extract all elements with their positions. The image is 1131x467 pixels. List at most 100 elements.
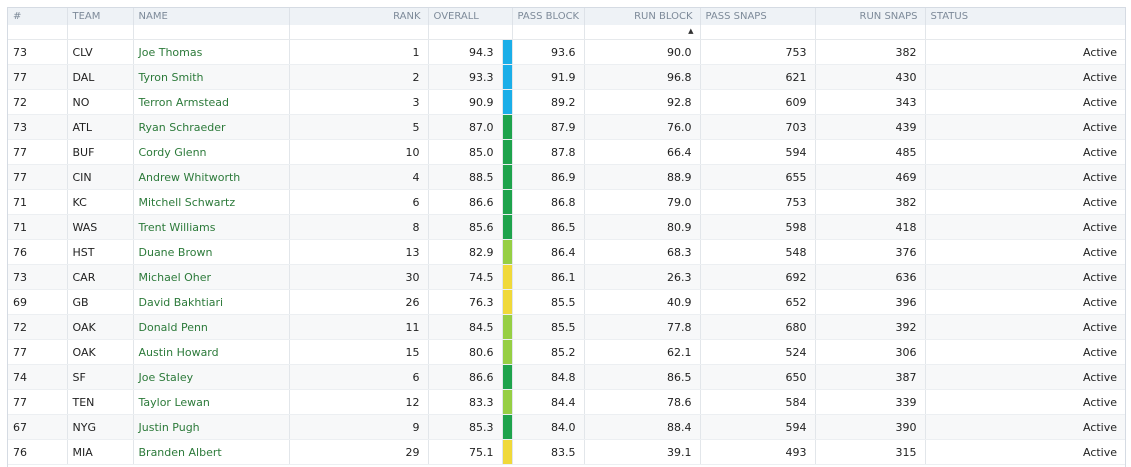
overall-grade: 80.6 (428, 339, 503, 365)
col-header-status[interactable]: STATUS (925, 8, 1125, 25)
pass-block-grade: 87.9 (512, 114, 585, 140)
player-name-link[interactable]: Duane Brown (133, 239, 290, 265)
status-value: Active (925, 239, 1125, 265)
player-name-link[interactable]: Tyron Smith (133, 64, 290, 90)
grade-bar-cell (502, 139, 513, 165)
pass-snaps-value: 594 (700, 139, 816, 165)
jersey-number: 73 (8, 114, 68, 140)
player-name-link[interactable]: David Bakhtiari (133, 289, 290, 315)
player-name-link[interactable]: Trent Williams (133, 214, 290, 240)
run-snaps-value: 376 (815, 239, 926, 265)
col-header-run-snaps[interactable]: RUN SNAPS (815, 8, 926, 25)
pass-snaps-value: 524 (700, 339, 816, 365)
table-row[interactable]: 73 CAR Michael Oher 30 74.5 86.1 26.3 692 636 Act… (8, 264, 1125, 290)
col-header-rank[interactable]: RANK (289, 8, 429, 25)
jersey-number: 77 (8, 64, 68, 90)
jersey-number: 69 (8, 289, 68, 315)
table-row[interactable]: 77 CIN Andrew Whitworth 4 88.5 86.9 88.9 655 469… (8, 164, 1125, 190)
table-row[interactable]: 72 OAK Donald Penn 11 84.5 85.5 77.8 680 392 Acti… (8, 314, 1125, 340)
run-block-grade: 39.1 (584, 439, 701, 465)
run-block-grade: 86.5 (584, 364, 701, 390)
overall-grade: 76.3 (428, 289, 503, 315)
team-abbr: SF (67, 364, 134, 390)
player-name-link[interactable]: Michael Oher (133, 264, 290, 290)
run-snaps-value: 382 (815, 189, 926, 215)
status-value: Active (925, 439, 1125, 465)
table-row[interactable]: 71 WAS Trent Williams 8 85.6 86.5 80.9 598 418 Ac… (8, 214, 1125, 240)
header-row: # TEAM NAME RANK OVERALL PASS BLOCK RUN … (8, 8, 1125, 25)
run-snaps-value: 430 (815, 64, 926, 90)
overall-grade: 85.3 (428, 414, 503, 440)
pass-block-grade: 85.5 (512, 289, 585, 315)
player-name-link[interactable]: Justin Pugh (133, 414, 290, 440)
sort-ascending-icon[interactable]: ▲ (688, 27, 693, 35)
table-row[interactable]: 76 MIA Branden Albert 29 75.1 83.5 39.1 493 315 A… (8, 439, 1125, 465)
pass-snaps-value: 753 (700, 39, 816, 65)
overall-grade: 93.3 (428, 64, 503, 90)
rank-value: 8 (289, 214, 429, 240)
overall-grade: 94.3 (428, 39, 503, 65)
status-value: Active (925, 64, 1125, 90)
player-name-link[interactable]: Branden Albert (133, 439, 290, 465)
table-row[interactable]: 74 SF Joe Staley 6 86.6 84.8 86.5 650 387 Active (8, 364, 1125, 390)
rank-value: 29 (289, 439, 429, 465)
team-abbr: ATL (67, 114, 134, 140)
table-row[interactable]: 73 CLV Joe Thomas 1 94.3 93.6 90.0 753 382 Active (8, 39, 1125, 65)
pass-block-grade: 86.1 (512, 264, 585, 290)
status-value: Active (925, 89, 1125, 115)
col-header-pass-block[interactable]: PASS BLOCK (512, 8, 585, 25)
rank-value: 5 (289, 114, 429, 140)
overall-grade: 74.5 (428, 264, 503, 290)
player-name-link[interactable]: Andrew Whitworth (133, 164, 290, 190)
col-header-run-block[interactable]: RUN BLOCK (584, 8, 701, 25)
table-row[interactable]: 76 HST Duane Brown 13 82.9 86.4 68.3 548 376 Acti… (8, 239, 1125, 265)
col-header-team[interactable]: TEAM (67, 8, 134, 25)
table-row[interactable]: 67 NYG Justin Pugh 9 85.3 84.0 88.4 594 390 Activ… (8, 414, 1125, 440)
jersey-number: 73 (8, 264, 68, 290)
col-header-num[interactable]: # (8, 8, 68, 25)
pass-block-grade: 86.4 (512, 239, 585, 265)
grade-color-bar (502, 215, 512, 239)
filter-cell (815, 25, 926, 40)
status-value: Active (925, 189, 1125, 215)
table-row[interactable]: 77 OAK Austin Howard 15 80.6 85.2 62.1 524 306 Ac… (8, 339, 1125, 365)
col-header-overall[interactable]: OVERALL (428, 8, 513, 25)
rank-value: 26 (289, 289, 429, 315)
table-row[interactable]: 72 NO Terron Armstead 3 90.9 89.2 92.8 609 343 Ac… (8, 89, 1125, 115)
status-value: Active (925, 364, 1125, 390)
grade-bar-cell (502, 439, 513, 465)
player-name-link[interactable]: Joe Staley (133, 364, 290, 390)
player-name-link[interactable]: Donald Penn (133, 314, 290, 340)
run-block-grade: 62.1 (584, 339, 701, 365)
player-name-link[interactable]: Austin Howard (133, 339, 290, 365)
filter-cell (925, 25, 1125, 40)
player-name-link[interactable]: Terron Armstead (133, 89, 290, 115)
table-row[interactable]: 77 DAL Tyron Smith 2 93.3 91.9 96.8 621 430 Activ… (8, 64, 1125, 90)
status-value: Active (925, 114, 1125, 140)
grade-bar-cell (502, 189, 513, 215)
col-header-name[interactable]: NAME (133, 8, 290, 25)
table-row[interactable]: 69 GB David Bakhtiari 26 76.3 85.5 40.9 652 396 A… (8, 289, 1125, 315)
table-row[interactable]: 77 TEN Taylor Lewan 12 83.3 84.4 78.6 584 339 Act… (8, 389, 1125, 415)
pass-block-grade: 85.2 (512, 339, 585, 365)
player-name-link[interactable]: Joe Thomas (133, 39, 290, 65)
table-row[interactable]: 77 BUF Cordy Glenn 10 85.0 87.8 66.4 594 485 Acti… (8, 139, 1125, 165)
col-header-pass-snaps[interactable]: PASS SNAPS (700, 8, 816, 25)
grade-bar-cell (502, 214, 513, 240)
table-row[interactable]: 71 KC Mitchell Schwartz 6 86.6 86.8 79.0 753 382… (8, 189, 1125, 215)
jersey-number: 72 (8, 314, 68, 340)
player-name-link[interactable]: Ryan Schraeder (133, 114, 290, 140)
grade-color-bar (502, 90, 512, 114)
run-snaps-value: 396 (815, 289, 926, 315)
player-name-link[interactable]: Taylor Lewan (133, 389, 290, 415)
team-abbr: GB (67, 289, 134, 315)
grade-bar-cell (502, 414, 513, 440)
status-value: Active (925, 214, 1125, 240)
rank-value: 6 (289, 189, 429, 215)
pass-snaps-value: 753 (700, 189, 816, 215)
team-abbr: OAK (67, 339, 134, 365)
rank-value: 13 (289, 239, 429, 265)
player-name-link[interactable]: Cordy Glenn (133, 139, 290, 165)
player-name-link[interactable]: Mitchell Schwartz (133, 189, 290, 215)
table-row[interactable]: 73 ATL Ryan Schraeder 5 87.0 87.9 76.0 703 439 Ac… (8, 114, 1125, 140)
